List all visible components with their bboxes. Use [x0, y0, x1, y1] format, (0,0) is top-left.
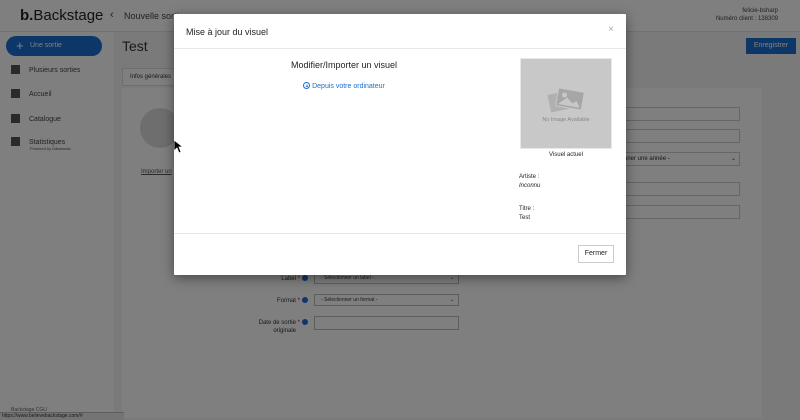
- update-visual-modal: Mise à jour du visuel × Modifier/Importe…: [174, 14, 626, 275]
- artist-label: Artiste :: [519, 174, 540, 180]
- no-image-text: No Image Available: [542, 117, 590, 123]
- mouse-cursor-icon: [174, 140, 184, 154]
- artist-value: Inconnu: [519, 183, 541, 189]
- modal-header: Mise à jour du visuel ×: [174, 14, 626, 49]
- modal-footer-divider: [174, 233, 626, 234]
- upload-icon: [303, 82, 311, 89]
- modal-title: Mise à jour du visuel: [186, 27, 269, 37]
- title-value: Test: [519, 215, 531, 221]
- upload-from-computer-link[interactable]: Depuis votre ordinateur: [174, 82, 514, 90]
- current-visual-image: No Image Available: [520, 58, 612, 149]
- modal-subtitle: Modifier/Importer un visuel: [290, 60, 398, 70]
- close-button[interactable]: Fermer: [578, 245, 614, 263]
- title-label: Titre :: [519, 206, 535, 212]
- visual-caption: Visuel actuel: [549, 152, 583, 158]
- image-placeholder-icon: [547, 87, 585, 113]
- close-icon[interactable]: ×: [608, 24, 614, 35]
